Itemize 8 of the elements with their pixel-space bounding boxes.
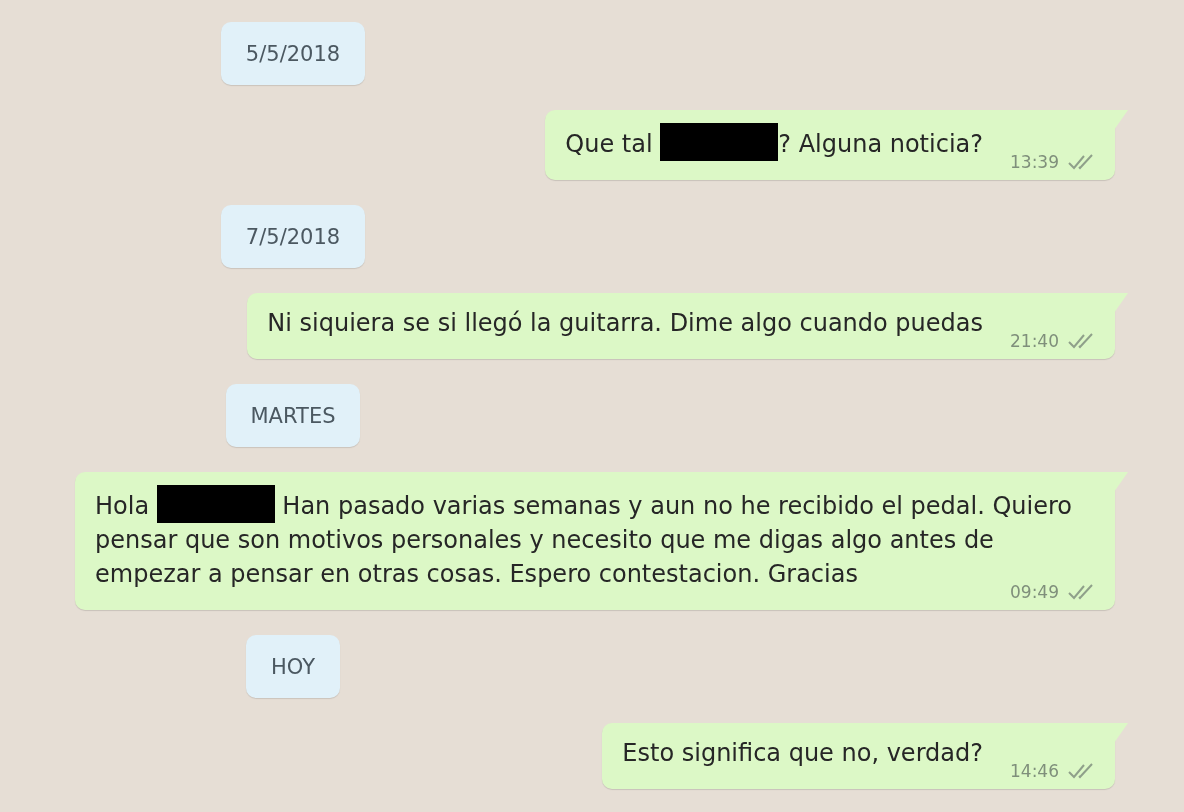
- date-chip: MARTES: [225, 384, 361, 447]
- message-time: 21:40: [1010, 331, 1059, 351]
- date-chip: HOY: [246, 635, 340, 698]
- message-text: Ni siquiera se si llegó la guitarra. Dime algo cuando puedas: [267, 308, 984, 339]
- date-chip: 7/5/2018: [220, 205, 366, 268]
- message-time: 14:46: [1010, 761, 1059, 781]
- date-chip: 5/5/2018: [220, 22, 366, 85]
- message-text: Esto significa que no, verdad?: [622, 738, 984, 769]
